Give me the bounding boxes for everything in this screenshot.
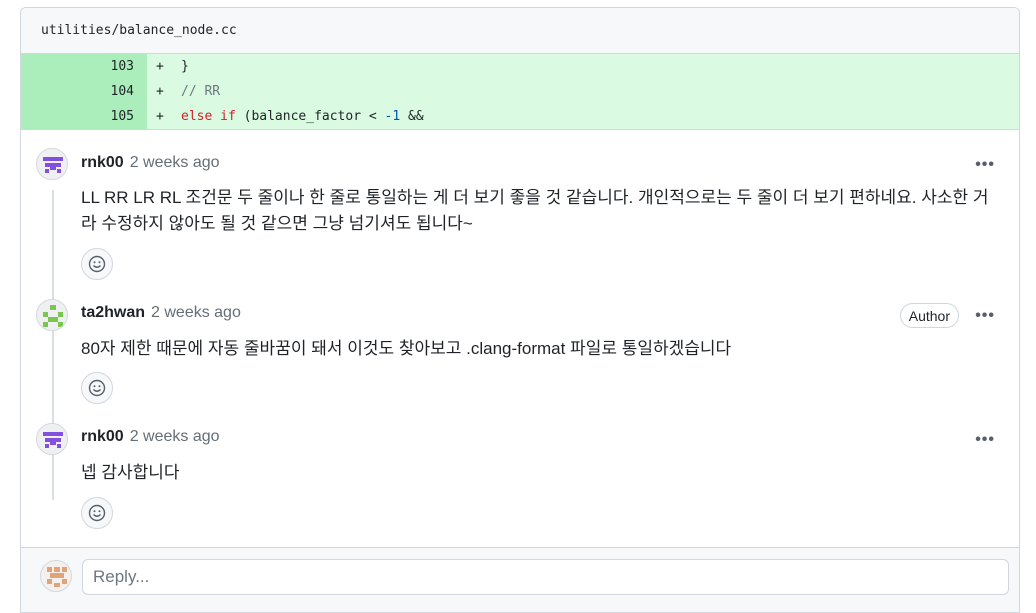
comment-body: LL RR LR RL 조건문 두 줄이나 한 줄로 통일하는 게 더 보기 좋… bbox=[81, 188, 989, 233]
comment-author[interactable]: ta2hwan bbox=[81, 304, 145, 322]
current-user-avatar[interactable] bbox=[40, 560, 72, 592]
added-marker: + bbox=[156, 109, 164, 124]
author-badge: Author bbox=[899, 303, 959, 328]
avatar[interactable] bbox=[36, 423, 68, 455]
comments-list: rnk00 2 weeks ago ••• LL RR LR RL 조건문 두 … bbox=[21, 129, 1019, 549]
comment-body: 80자 제한 때문에 자동 줄바꿈이 돼서 이것도 찾아보고 .clang-fo… bbox=[81, 339, 732, 358]
line-number[interactable]: 104 bbox=[21, 79, 147, 104]
file-path-header[interactable]: utilities/balance_node.cc bbox=[21, 8, 1019, 54]
added-marker: + bbox=[156, 59, 164, 74]
comment-time[interactable]: 2 weeks ago bbox=[130, 428, 220, 446]
reply-bar bbox=[21, 547, 1019, 612]
comment-header: rnk00 2 weeks ago bbox=[81, 154, 220, 172]
avatar[interactable] bbox=[36, 148, 68, 180]
comment-author[interactable]: rnk00 bbox=[81, 154, 124, 172]
smiley-icon bbox=[88, 504, 106, 522]
code-line: + else if (balance_factor < -1 && bbox=[147, 104, 1019, 129]
code-line: +} bbox=[147, 54, 1019, 79]
smiley-icon bbox=[88, 379, 106, 397]
identicon-green-icon bbox=[37, 300, 67, 330]
added-marker: + bbox=[156, 84, 164, 99]
identicon-orange-icon bbox=[41, 561, 71, 591]
comment-time[interactable]: 2 weeks ago bbox=[151, 304, 241, 322]
diff-snippet: 103 +} 104 + // RR 105 + else if (balance_… bbox=[21, 54, 1019, 129]
review-thread: utilities/balance_node.cc 103 +} 104 + //… bbox=[20, 7, 1020, 613]
more-options-button[interactable]: ••• bbox=[975, 307, 995, 325]
more-options-button[interactable]: ••• bbox=[975, 431, 995, 449]
more-options-button[interactable]: ••• bbox=[975, 156, 995, 174]
comment-author[interactable]: rnk00 bbox=[81, 428, 124, 446]
add-reaction-button[interactable] bbox=[81, 372, 113, 404]
add-reaction-button[interactable] bbox=[81, 497, 113, 529]
comment-time[interactable]: 2 weeks ago bbox=[130, 154, 220, 172]
line-number[interactable]: 105 bbox=[21, 104, 147, 129]
comment-header: rnk00 2 weeks ago bbox=[81, 428, 220, 446]
code-keyword: else if bbox=[181, 109, 236, 124]
line-number[interactable]: 103 bbox=[21, 54, 147, 79]
file-path[interactable]: utilities/balance_node.cc bbox=[41, 23, 237, 38]
diff-line: 105 + else if (balance_factor < -1 && bbox=[21, 104, 1019, 129]
code-text: (balance_factor < bbox=[235, 109, 385, 124]
avatar[interactable] bbox=[36, 299, 68, 331]
code-text: && bbox=[400, 109, 424, 124]
diff-line: 103 +} bbox=[21, 54, 1019, 79]
code-text: } bbox=[181, 59, 189, 74]
comment-header: ta2hwan 2 weeks ago bbox=[81, 304, 241, 322]
identicon-purple-icon bbox=[37, 149, 67, 179]
code-comment: // RR bbox=[181, 84, 221, 99]
smiley-icon bbox=[88, 255, 106, 273]
identicon-purple-icon bbox=[37, 424, 67, 454]
code-number: -1 bbox=[384, 109, 401, 124]
reply-input[interactable] bbox=[82, 559, 1009, 595]
comment-body: 넵 감사합니다 bbox=[81, 463, 180, 482]
code-line: + // RR bbox=[147, 79, 1019, 104]
add-reaction-button[interactable] bbox=[81, 248, 113, 280]
diff-line: 104 + // RR bbox=[21, 79, 1019, 104]
